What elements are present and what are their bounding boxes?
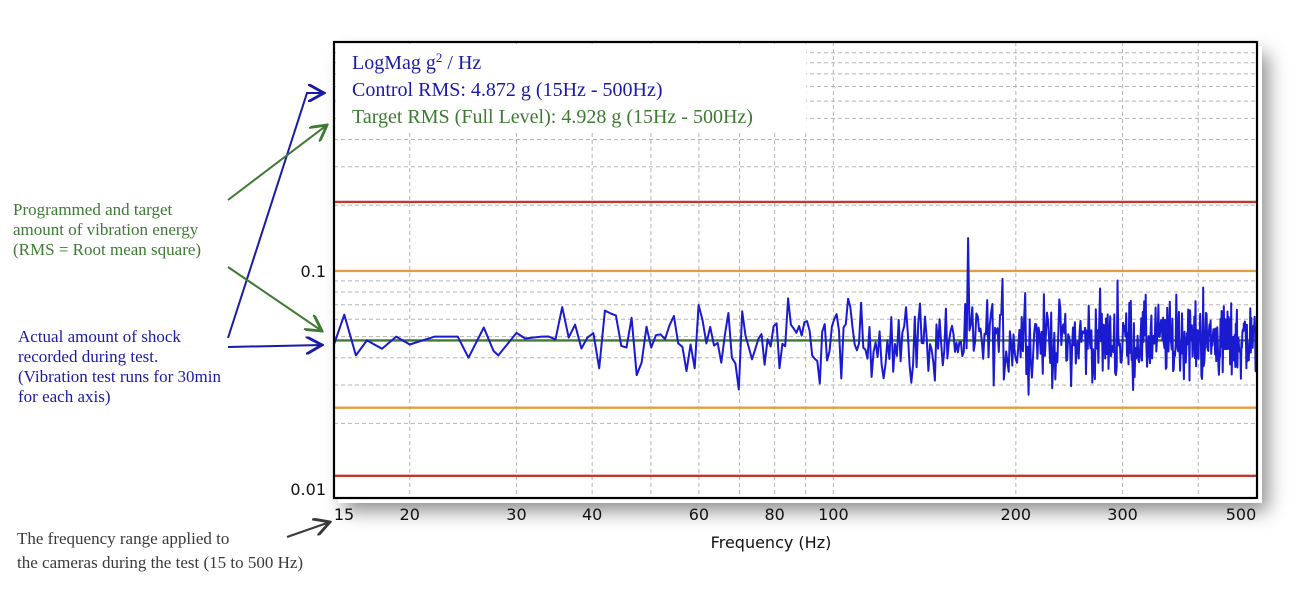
chart-svg: LogMag g2 / Hz Control RMS: 4.872 g (15Hz… bbox=[227, 40, 1259, 552]
x-tick-label: 100 bbox=[818, 505, 849, 524]
annotation-frequency-range: The frequency range applied to the camer… bbox=[17, 529, 304, 572]
arrow-to-control-rms bbox=[227, 93, 324, 339]
x-tick-label: 40 bbox=[582, 505, 602, 524]
title-line-3: Target RMS (Full Level): 4.928 g (15Hz -… bbox=[352, 106, 753, 128]
x-tick-label: 30 bbox=[506, 505, 526, 524]
title-line-1: LogMag g2 / Hz bbox=[352, 50, 481, 75]
x-tick-label: 200 bbox=[1001, 505, 1032, 524]
y-tick-label: 0.01 bbox=[290, 480, 326, 499]
arrow-to-control-line bbox=[227, 345, 322, 347]
title-line-2: Control RMS: 4.872 g (15Hz - 500Hz) bbox=[352, 79, 663, 101]
chart-title-block: LogMag g2 / Hz Control RMS: 4.872 g (15Hz… bbox=[336, 44, 806, 132]
x-tick-label: 20 bbox=[400, 505, 420, 524]
x-tick-label: 300 bbox=[1107, 505, 1138, 524]
arrow-to-target-rms bbox=[227, 125, 327, 201]
annotation-actual-shock: Actual amount of shock recorded during t… bbox=[18, 327, 221, 406]
x-tick-label: 80 bbox=[764, 505, 784, 524]
x-axis-label: Frequency (Hz) bbox=[711, 533, 832, 552]
y-tick-labels: 0.01 0.1 bbox=[290, 262, 326, 499]
x-tick-label: 500 bbox=[1226, 505, 1257, 524]
annotation-target-energy: Programmed and target amount of vibratio… bbox=[13, 200, 202, 259]
x-tick-label: 60 bbox=[689, 505, 709, 524]
y-tick-label: 0.1 bbox=[301, 262, 326, 281]
x-tick-label: 15 bbox=[334, 505, 354, 524]
x-tick-labels: 15 20 30 40 60 80 100 200 300 500 bbox=[334, 505, 1256, 524]
chart-figure: LogMag g2 / Hz Control RMS: 4.872 g (15Hz… bbox=[0, 0, 1303, 601]
